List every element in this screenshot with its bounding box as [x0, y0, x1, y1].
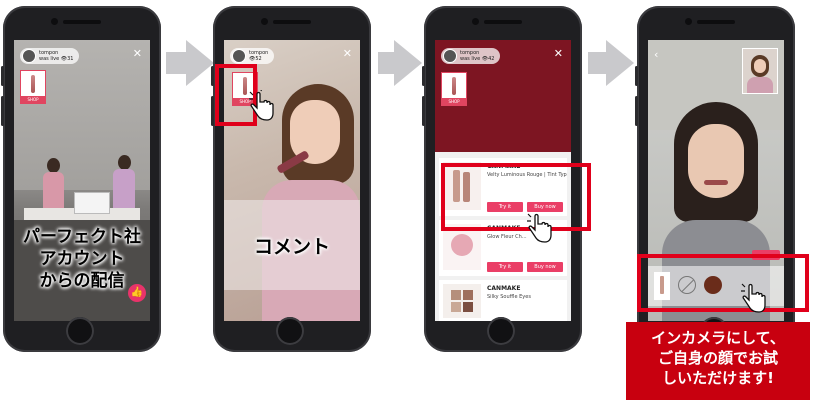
step-arrow-icon	[186, 40, 214, 86]
speaker	[63, 20, 101, 24]
host-pill[interactable]: tompon was live 👁31	[20, 48, 80, 64]
host-pill[interactable]: tompon 👁52	[230, 48, 275, 64]
highlight-product-box	[441, 163, 591, 231]
shop-button[interactable]: SHOP	[20, 70, 46, 104]
shop-button[interactable]: SHOP	[441, 72, 467, 106]
shop-label: SHOP	[21, 96, 45, 103]
like-icon[interactable]: 👍	[128, 284, 146, 302]
host-avatar	[22, 49, 36, 63]
phone-2: tompon 👁52 ✕ SHOP コメント	[211, 6, 371, 352]
step-arrow-icon	[394, 40, 422, 86]
close-icon[interactable]: ✕	[554, 48, 563, 59]
tap-hand-icon	[741, 283, 766, 313]
host-pip-video[interactable]	[742, 48, 778, 94]
overlay-caption: パーフェクト社 アカウント からの配信	[23, 227, 141, 291]
product-image	[443, 284, 481, 318]
buy-now-button[interactable]: Buy now	[527, 262, 563, 272]
tap-hand-icon	[527, 213, 552, 243]
instruction-caption: インカメラにして、 ご自身の顔でお試 しいただけます!	[626, 322, 810, 400]
product-card[interactable]: CANMAKE Silky Souffle Eyes	[439, 280, 567, 321]
front-camera	[51, 18, 58, 25]
step-arrow-icon	[606, 40, 634, 86]
user-face	[688, 124, 744, 198]
highlight-shade-box	[637, 254, 809, 312]
close-icon[interactable]: ✕	[343, 48, 352, 59]
host-person-right	[109, 155, 139, 215]
back-icon[interactable]: ‹	[654, 48, 658, 61]
livestream-screen: tompon was live 👁31 ✕ SHOP パーフェクト社 アカウント …	[14, 40, 150, 321]
product-name: Silky Souffle Eyes	[487, 294, 531, 300]
tap-hand-icon	[249, 90, 274, 121]
close-icon[interactable]: ✕	[133, 48, 142, 59]
phone-1: tompon was live 👁31 ✕ SHOP パーフェクト社 アカウント …	[1, 6, 161, 352]
overlay-caption: コメント	[253, 236, 330, 258]
home-button	[66, 317, 94, 345]
host-pill[interactable]: tompon was live 👁42	[441, 48, 501, 64]
try-it-button[interactable]: Try it	[487, 262, 523, 272]
product-brand: CANMAKE	[487, 285, 521, 292]
